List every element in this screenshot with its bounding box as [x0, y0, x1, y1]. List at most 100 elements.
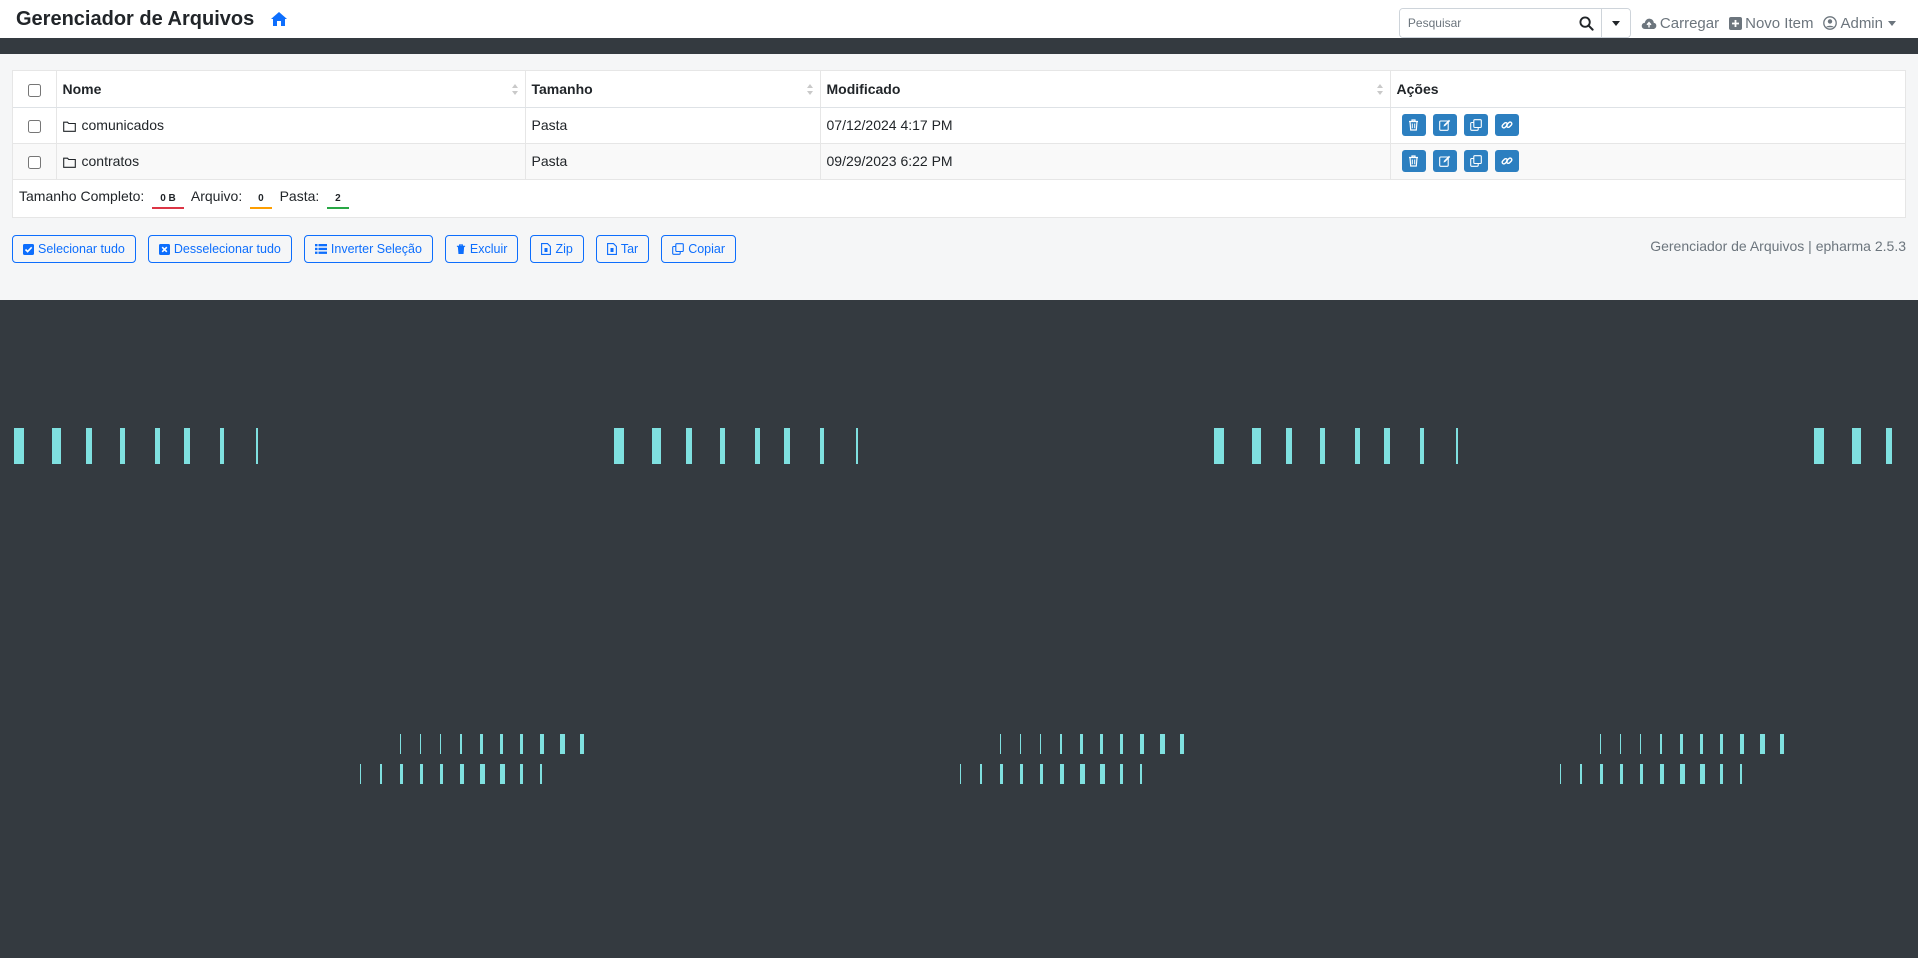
invert-selection-button[interactable]: Inverter Seleção [303, 235, 433, 263]
delete-button[interactable] [1401, 114, 1426, 136]
user-menu[interactable]: Admin [1823, 15, 1896, 32]
decor-bar [520, 734, 523, 754]
decor-bar [500, 734, 503, 754]
decor-bar [755, 428, 760, 464]
main-panel: Nome Tamanho Modificado Ações comunicado… [0, 54, 1918, 300]
upload-link[interactable]: Carregar [1641, 15, 1719, 32]
decor-bar [1040, 764, 1043, 784]
decor-bar [1000, 764, 1003, 784]
header-name[interactable]: Nome [56, 71, 526, 108]
decor-bar [1100, 734, 1103, 754]
table-row: comunicados Pasta 07/12/2024 4:17 PM [13, 106, 1905, 143]
decor-bar [960, 764, 961, 784]
select-all-checkbox[interactable] [27, 83, 41, 97]
user-circle-icon [1823, 16, 1838, 30]
decor-bar [1060, 764, 1064, 784]
folder-link[interactable]: comunicados [82, 117, 165, 133]
tar-label: Tar [620, 242, 639, 256]
folders-label: Pasta: [279, 187, 320, 204]
decor-bar [1040, 734, 1041, 754]
upload-label: Carregar [1659, 14, 1720, 32]
copy-icon [672, 243, 685, 255]
header-select-cell [13, 71, 57, 108]
app-title[interactable]: Gerenciador de Arquivos [16, 8, 254, 31]
decor-bar [155, 428, 160, 464]
search-group [1398, 8, 1631, 38]
row-checkbox[interactable] [27, 119, 41, 133]
search-options-dropdown[interactable] [1602, 9, 1630, 37]
row-size: Pasta [525, 106, 821, 143]
deselect-all-button[interactable]: Desselecionar tudo [147, 235, 292, 263]
decor-bar [1160, 734, 1165, 754]
row-actions [1390, 142, 1905, 179]
header-modified-label: Modificado [826, 80, 901, 97]
decor-bar [1580, 764, 1582, 784]
delete-selected-button[interactable]: Excluir [444, 235, 519, 263]
chevron-down-icon [1612, 20, 1621, 26]
check-square-icon [23, 243, 34, 255]
header-actions-label: Ações [1396, 80, 1439, 97]
select-all-label: Selecionar tudo [38, 242, 125, 256]
rename-button[interactable] [1432, 150, 1457, 172]
edit-icon [1438, 119, 1450, 131]
decor-bar [1640, 764, 1643, 784]
decor-bar [120, 428, 125, 464]
sort-icon [1376, 84, 1384, 95]
decor-bar [420, 764, 423, 784]
search-input[interactable] [1399, 9, 1571, 37]
decor-bar [1660, 764, 1664, 784]
rename-button[interactable] [1432, 114, 1457, 136]
new-item-link[interactable]: Novo Item [1729, 15, 1813, 32]
x-square-icon [158, 243, 170, 255]
copy-selected-button[interactable]: Copiar [661, 235, 737, 263]
header-name-label: Nome [62, 80, 102, 97]
decor-bar [1420, 428, 1424, 464]
decor-bar [686, 428, 692, 464]
decor-bar [1560, 764, 1561, 784]
select-all-button[interactable]: Selecionar tudo [12, 235, 136, 263]
row-size: Pasta [525, 142, 821, 179]
decor-bar [614, 428, 624, 464]
decor-bar [1720, 734, 1723, 754]
file-archive-icon [541, 243, 552, 255]
copy-selected-label: Copiar [688, 242, 726, 256]
copy-button[interactable] [1463, 114, 1488, 136]
table-header-row: Nome Tamanho Modificado Ações [13, 71, 1905, 108]
user-label: Admin [1840, 14, 1883, 32]
folder-link[interactable]: contratos [82, 153, 140, 169]
delete-button[interactable] [1401, 150, 1426, 172]
search-button[interactable] [1570, 9, 1603, 37]
decor-bar [400, 734, 401, 754]
decor-bar [980, 764, 982, 784]
row-name-cell: contratos [56, 142, 526, 179]
link-button[interactable] [1494, 150, 1519, 172]
decor-bar [500, 764, 505, 784]
decor-bar [1680, 734, 1683, 754]
link-button[interactable] [1494, 114, 1519, 136]
decorative-background [14, 428, 1892, 784]
invert-selection-label: Inverter Seleção [330, 242, 422, 256]
header-size[interactable]: Tamanho [525, 71, 821, 108]
row-checkbox[interactable] [27, 155, 41, 169]
tar-button[interactable]: Tar [595, 235, 650, 263]
decor-bar [360, 764, 361, 784]
folders-count-badge: 2 [327, 190, 349, 209]
decor-bar [480, 764, 485, 784]
decor-bar [1640, 734, 1641, 754]
decor-bar [1080, 734, 1083, 754]
decor-bar [220, 428, 224, 464]
decor-bar [52, 428, 61, 464]
decor-bar [460, 734, 462, 754]
decor-bar [1020, 764, 1023, 784]
trash-icon [456, 243, 466, 254]
zip-label: Zip [555, 242, 573, 256]
copy-button[interactable] [1463, 150, 1488, 172]
search-icon [1579, 15, 1594, 31]
home-icon[interactable] [270, 11, 288, 27]
decor-bar [1720, 764, 1723, 784]
decor-bar [1700, 734, 1703, 754]
zip-button[interactable]: Zip [530, 235, 584, 263]
decor-bar [1060, 734, 1062, 754]
header-modified[interactable]: Modificado [820, 71, 1391, 108]
decor-bar [86, 428, 92, 464]
